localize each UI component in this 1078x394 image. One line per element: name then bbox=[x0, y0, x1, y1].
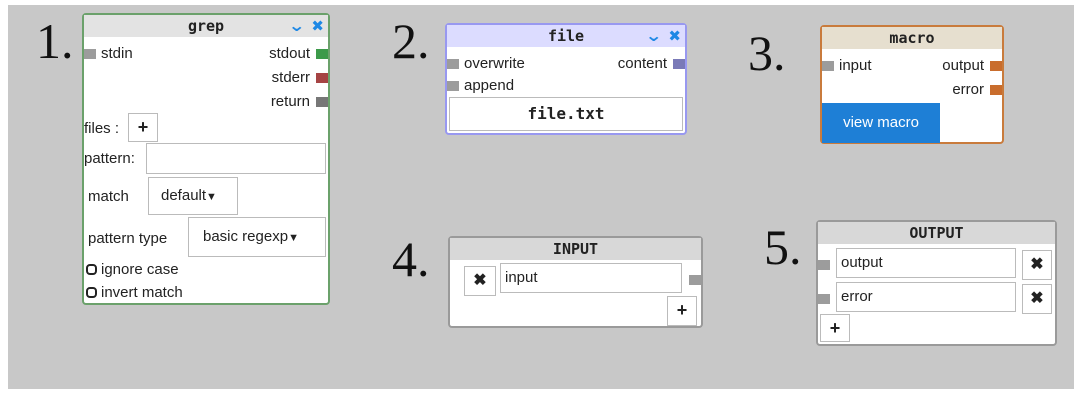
grep-pattern-label: pattern: bbox=[84, 150, 135, 167]
file-input-overwrite: overwrite bbox=[464, 55, 525, 72]
dropdown-arrow-icon: ▼ bbox=[288, 232, 299, 244]
file-filename-value: file.txt bbox=[527, 104, 605, 123]
input-title: INPUT bbox=[552, 240, 599, 258]
grep-pattern-input[interactable] bbox=[146, 143, 326, 174]
label-4: 4. bbox=[392, 231, 430, 287]
label-5: 5. bbox=[764, 219, 802, 275]
input-port-input[interactable] bbox=[689, 275, 701, 285]
label-3: 3. bbox=[748, 25, 786, 81]
macro-output-error: error bbox=[952, 81, 984, 98]
output-port-output[interactable] bbox=[818, 260, 830, 270]
file-input-append: append bbox=[464, 77, 515, 94]
output-field-error-value: error bbox=[841, 288, 873, 305]
output-field-output-value: output bbox=[841, 254, 883, 271]
grep-title: grep bbox=[187, 17, 225, 35]
output-title: OUTPUT bbox=[909, 224, 964, 242]
grep-input-stdin: stdin bbox=[101, 45, 133, 62]
input-node[interactable]: INPUT ✖ input + bbox=[448, 236, 703, 328]
grep-files-label: files : bbox=[84, 120, 120, 137]
file-port-content[interactable] bbox=[673, 59, 685, 69]
grep-match-value: default bbox=[161, 187, 207, 204]
macro-port-error[interactable] bbox=[990, 85, 1002, 95]
file-filename-input[interactable]: file.txt bbox=[449, 97, 683, 131]
output-header[interactable]: OUTPUT bbox=[818, 222, 1055, 244]
grep-port-return[interactable] bbox=[316, 97, 328, 107]
grep-add-file-button[interactable]: + bbox=[128, 113, 158, 142]
input-add-button[interactable]: + bbox=[667, 296, 697, 326]
grep-ignore-case-checkbox[interactable] bbox=[86, 264, 97, 275]
input-header[interactable]: INPUT bbox=[450, 238, 701, 260]
grep-output-stderr: stderr bbox=[271, 69, 310, 86]
close-icon[interactable]: ✖ bbox=[668, 27, 681, 45]
output-field-error[interactable]: error bbox=[836, 282, 1016, 312]
grep-match-select[interactable]: default▼ bbox=[148, 177, 238, 215]
dropdown-arrow-icon: ▼ bbox=[206, 191, 217, 203]
file-title: file bbox=[547, 27, 585, 45]
grep-match-label: match bbox=[88, 188, 129, 205]
input-remove-button[interactable]: ✖ bbox=[464, 266, 496, 296]
grep-pattern-type-value: basic regexp bbox=[203, 228, 289, 245]
grep-port-stdout[interactable] bbox=[316, 49, 328, 59]
input-field-value: input bbox=[505, 269, 538, 286]
grep-node[interactable]: grep ⌄ ✖ stdin stdout stderr return files… bbox=[82, 13, 330, 305]
output-add-button[interactable]: + bbox=[820, 314, 850, 342]
grep-invert-match-label: invert match bbox=[101, 284, 183, 301]
macro-header[interactable]: macro bbox=[822, 27, 1002, 49]
output-port-error[interactable] bbox=[818, 294, 830, 304]
grep-port-stderr[interactable] bbox=[316, 73, 328, 83]
macro-title: macro bbox=[889, 29, 935, 47]
macro-port-input[interactable] bbox=[822, 61, 834, 71]
output-node[interactable]: OUTPUT output ✖ error ✖ + bbox=[816, 220, 1057, 346]
grep-port-stdin[interactable] bbox=[84, 49, 96, 59]
grep-output-stdout: stdout bbox=[269, 45, 310, 62]
close-icon[interactable]: ✖ bbox=[311, 17, 324, 35]
chevron-down-icon[interactable]: ⌄ bbox=[645, 25, 662, 47]
macro-output-output: output bbox=[942, 57, 984, 74]
grep-ignore-case-label: ignore case bbox=[101, 261, 179, 278]
macro-port-output[interactable] bbox=[990, 61, 1002, 71]
grep-pattern-type-label: pattern type bbox=[88, 230, 168, 247]
file-node[interactable]: file ⌄ ✖ overwrite append content file.tx… bbox=[445, 23, 687, 135]
input-field-input[interactable]: input bbox=[500, 263, 682, 293]
chevron-down-icon[interactable]: ⌄ bbox=[288, 15, 305, 37]
grep-pattern-type-select[interactable]: basic regexp▼ bbox=[188, 217, 326, 257]
file-port-overwrite[interactable] bbox=[447, 59, 459, 69]
label-1: 1. bbox=[36, 13, 74, 69]
output-field-output[interactable]: output bbox=[836, 248, 1016, 278]
macro-input-input: input bbox=[839, 57, 872, 74]
grep-invert-match-checkbox[interactable] bbox=[86, 287, 97, 298]
label-2: 2. bbox=[392, 13, 430, 69]
file-output-content: content bbox=[617, 55, 667, 72]
view-macro-button[interactable]: view macro bbox=[822, 103, 940, 143]
file-header[interactable]: file ⌄ ✖ bbox=[447, 25, 685, 47]
output-remove-output-button[interactable]: ✖ bbox=[1022, 250, 1052, 280]
macro-node[interactable]: macro input output error view macro bbox=[820, 25, 1004, 144]
grep-header[interactable]: grep ⌄ ✖ bbox=[84, 15, 328, 37]
file-port-append[interactable] bbox=[447, 81, 459, 91]
grep-output-return: return bbox=[270, 93, 310, 110]
output-remove-error-button[interactable]: ✖ bbox=[1022, 284, 1052, 314]
